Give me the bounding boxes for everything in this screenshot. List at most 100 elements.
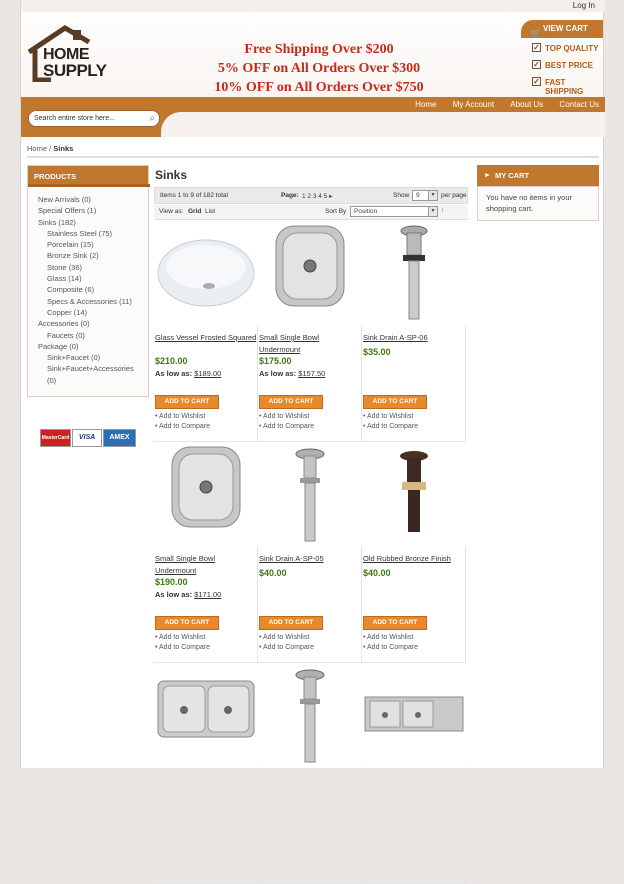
add-to-wishlist-link[interactable]: • Add to Wishlist — [259, 412, 314, 422]
sidebar-item[interactable]: Bronze Sink (2) — [38, 250, 148, 261]
add-to-compare-link[interactable]: • Add to Compare — [155, 422, 210, 432]
add-to-cart-button[interactable]: ADD TO CART — [155, 395, 219, 409]
breadcrumb-home[interactable]: Home — [27, 144, 47, 153]
product-image[interactable] — [258, 442, 362, 546]
sidebar-item[interactable]: Faucets (0) — [38, 330, 148, 341]
sidebar-item[interactable]: Specs & Accessories (11) — [38, 296, 148, 307]
add-to-compare-link[interactable]: • Add to Compare — [155, 643, 210, 653]
sidebar-item: (0) — [47, 375, 57, 385]
add-to-cart-button[interactable]: ADD TO CART — [363, 395, 427, 409]
logo[interactable]: HOME SUPPLY — [27, 24, 117, 82]
per-page-label: per page — [441, 192, 467, 199]
product-name[interactable]: Sink Drain A-SP-06 — [363, 332, 466, 344]
view-grid[interactable]: Grid — [188, 208, 201, 215]
nav-home[interactable]: Home — [415, 100, 436, 109]
product-image[interactable] — [362, 663, 466, 767]
sidebar-item[interactable]: Glass (14) — [38, 273, 148, 284]
header-curve — [161, 112, 605, 137]
login-link[interactable]: Log In — [573, 1, 595, 10]
sidebar-item[interactable]: Copper (14) — [38, 307, 148, 318]
compare-label: Add to Compare — [263, 422, 314, 430]
add-to-compare-link[interactable]: • Add to Compare — [259, 643, 314, 653]
page-links[interactable]: 1 2 3 4 5 ▸ — [302, 192, 332, 200]
checkbox-icon: ✓ — [532, 77, 541, 86]
product-name[interactable]: Glass Vessel Frosted Squared — [155, 332, 258, 344]
product-price: $190.00 — [155, 577, 188, 587]
cart-title: MY CART — [495, 171, 530, 180]
breadcrumb: Home / Sinks — [27, 144, 73, 153]
product-price: $40.00 — [259, 568, 287, 578]
chevron-down-icon: ▾ — [428, 191, 437, 200]
product-image[interactable] — [154, 442, 258, 546]
product-image[interactable] — [154, 221, 258, 325]
add-to-wishlist-link[interactable]: • Add to Wishlist — [363, 412, 418, 422]
add-to-wishlist-link[interactable]: • Add to Wishlist — [155, 412, 210, 422]
product-image[interactable] — [258, 663, 362, 767]
search-input[interactable]: Search entire store here... ⌕ — [28, 110, 160, 127]
add-to-cart-button[interactable]: ADD TO CART — [363, 616, 427, 630]
sidebar-item[interactable]: Porcelain (15) — [38, 239, 148, 250]
add-to-compare-link[interactable]: • Add to Compare — [363, 643, 418, 653]
items-count: Items 1 to 9 of 182 total — [160, 192, 228, 199]
sidebar-item[interactable]: Sinks (182) — [38, 217, 148, 228]
wishlist-label: Add to Wishlist — [367, 413, 414, 420]
nav-about-us[interactable]: About Us — [510, 100, 543, 109]
nav-contact-us[interactable]: Contact Us — [559, 100, 599, 109]
feature-item: ✓ TOP QUALITY — [532, 43, 603, 53]
add-to-wishlist-link[interactable]: • Add to Wishlist — [363, 633, 418, 643]
view-list[interactable]: List — [205, 208, 215, 215]
add-to-cart-button[interactable]: ADD TO CART — [259, 395, 323, 409]
main-content: Sinks Items 1 to 9 of 182 total Page: 1 … — [154, 165, 468, 884]
search-icon[interactable]: ⌕ — [149, 113, 155, 124]
feature-label: BEST PRICE — [545, 61, 594, 70]
sidebar-item[interactable]: Special Offers (1) — [38, 205, 148, 216]
product-name[interactable]: Small Single Bowl Undermount — [259, 332, 362, 356]
view-cart-button[interactable]: 🛒 VIEW CART — [521, 20, 603, 38]
wishlist-label: Add to Wishlist — [263, 634, 310, 641]
nav-my-account[interactable]: My Account — [453, 100, 494, 109]
as-low-as-price[interactable]: $171.00 — [194, 590, 221, 599]
sort-direction-icon[interactable]: ↑ — [441, 207, 444, 214]
product-cell — [258, 663, 362, 884]
product-image[interactable] — [258, 221, 362, 325]
add-to-wishlist-link[interactable]: • Add to Wishlist — [155, 633, 210, 643]
sort-select[interactable]: Position ▾ — [350, 206, 438, 217]
feature-list: ✓ TOP QUALITY ✓ BEST PRICE ✓ FAST SHIPPING — [532, 43, 603, 104]
product-image[interactable] — [362, 442, 466, 546]
as-low-as-label: As low as: — [259, 369, 297, 378]
product-name[interactable]: Sink Drain A-SP-05 — [259, 553, 362, 565]
wishlist-label: Add to Wishlist — [159, 634, 206, 641]
limit-select[interactable]: 9 ▾ — [412, 190, 438, 201]
limit-value: 9 — [416, 192, 420, 199]
add-to-compare-link[interactable]: • Add to Compare — [259, 422, 314, 432]
product-image[interactable] — [154, 663, 258, 767]
add-to-wishlist-link[interactable]: • Add to Wishlist — [259, 633, 314, 643]
divider — [27, 156, 599, 158]
sidebar-item[interactable]: New Arrivals (0) — [38, 194, 148, 205]
sidebar-item[interactable]: Stainless Steel (75) — [38, 228, 148, 239]
sidebar-item[interactable]: Accessories (0) — [38, 318, 148, 329]
add-to-compare-link[interactable]: • Add to Compare — [363, 422, 418, 432]
as-low-as-label: As low as: — [155, 590, 193, 599]
product-cell: Small Single Bowl Undermount $190.00 As lo… — [154, 442, 258, 663]
sidebar-item[interactable]: Package (0) — [38, 341, 148, 352]
product-name[interactable]: Old Rubbed Bronze Finish — [363, 553, 466, 565]
product-links: • Add to Wishlist • Add to Compare — [155, 633, 210, 652]
sidebar-item[interactable]: Sink+Faucet+Accessories — [38, 363, 148, 374]
product-image[interactable] — [362, 221, 466, 325]
add-to-cart-button[interactable]: ADD TO CART — [155, 616, 219, 630]
category-list: New Arrivals (0) Special Offers (1) Sinks … — [28, 187, 148, 386]
as-low-as-price[interactable]: $157.50 — [298, 369, 325, 378]
product-cell: Sink Drain A-SP-06 $35.00 ADD TO CART • Add… — [362, 221, 466, 442]
add-to-cart-button[interactable]: ADD TO CART — [259, 616, 323, 630]
sidebar-item[interactable]: Composite (6) — [38, 284, 148, 295]
page: Log In HOME SUPPLY Free Shipping Over $2… — [20, 0, 605, 884]
compare-label: Add to Compare — [367, 643, 418, 651]
promo-banner: Free Shipping Over $200 5% OFF on All Or… — [189, 40, 449, 97]
sidebar-item[interactable]: Sink+Faucet (0) — [38, 352, 148, 363]
sidebar-item[interactable]: Stone (36) — [38, 262, 148, 273]
checkbox-icon: ✓ — [532, 60, 541, 69]
product-cell — [362, 663, 466, 884]
as-low-as-price[interactable]: $189.00 — [194, 369, 221, 378]
product-name[interactable]: Small Single Bowl Undermount — [155, 553, 258, 577]
